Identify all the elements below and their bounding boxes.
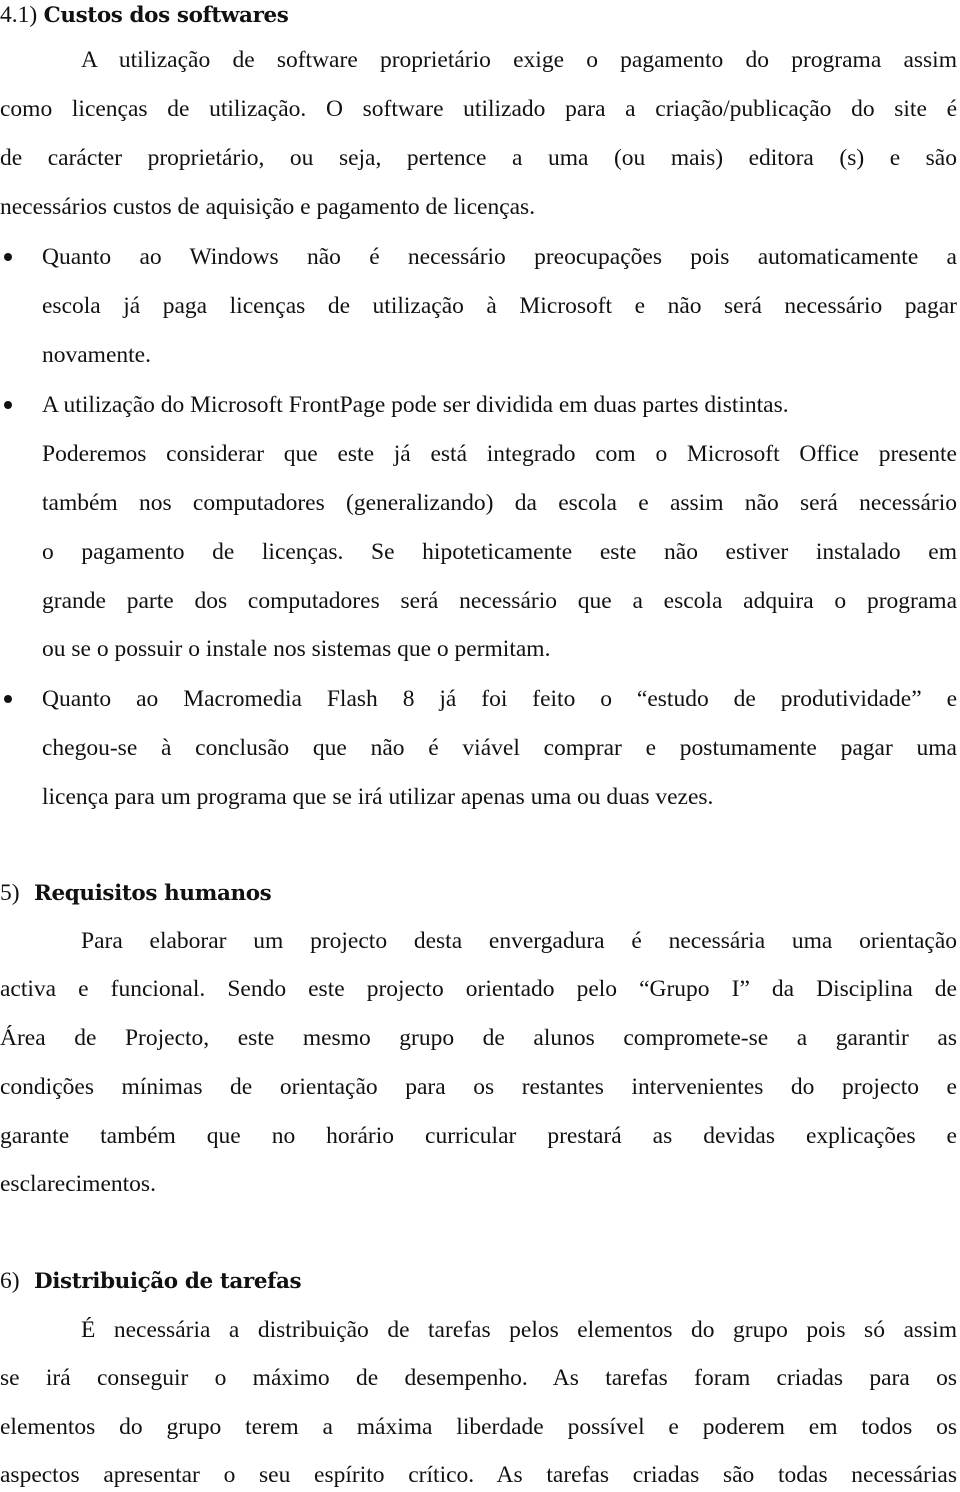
paragraph-line: garante também que no horário curricular… bbox=[0, 1123, 957, 1149]
paragraph-line: se irá conseguir o máximo de desempenho.… bbox=[0, 1365, 957, 1391]
paragraph-line: aspectos apresentar o seu espírito críti… bbox=[0, 1462, 957, 1488]
bullet-icon bbox=[4, 695, 12, 703]
section-title: Distribuição de tarefas bbox=[34, 1269, 302, 1294]
list-item-line: Poderemos considerar que este já está in… bbox=[42, 441, 957, 467]
section-5-heading: 5) Requisitos humanos bbox=[0, 878, 272, 909]
paragraph-line: É necessária a distribuição de tarefas p… bbox=[81, 1317, 957, 1343]
section-4-1-heading: 4.1) Custos dos softwares bbox=[0, 0, 289, 31]
list-item-line: também nos computadores (generalizando) … bbox=[42, 490, 957, 516]
paragraph-line: elementos do grupo terem a máxima liberd… bbox=[0, 1414, 957, 1440]
section-number: 6) bbox=[0, 1268, 20, 1294]
paragraph-line: esclarecimentos. bbox=[0, 1171, 156, 1197]
paragraph-line: condições mínimas de orientação para os … bbox=[0, 1074, 957, 1100]
list-item-line: ou se o possuir o instale nos sistemas q… bbox=[42, 636, 551, 662]
list-item-line: o pagamento de licenças. Se hipoteticame… bbox=[42, 539, 957, 565]
bullet-icon bbox=[4, 253, 12, 261]
paragraph-line: Área de Projecto, este mesmo grupo de al… bbox=[0, 1025, 957, 1051]
list-item-line: Quanto ao Windows não é necessário preoc… bbox=[42, 244, 957, 270]
list-item-line: novamente. bbox=[42, 342, 151, 368]
list-item-line: escola já paga licenças de utilização à … bbox=[42, 293, 957, 319]
list-item-line: chegou-se à conclusão que não é viável c… bbox=[42, 735, 957, 761]
paragraph-line: Para elaborar um projecto desta envergad… bbox=[81, 928, 957, 954]
section-number: 4.1) bbox=[0, 2, 38, 28]
section-number: 5) bbox=[0, 880, 20, 906]
paragraph-line: activa e funcional. Sendo este projecto … bbox=[0, 976, 957, 1002]
list-item-line: grande parte dos computadores será neces… bbox=[42, 588, 957, 614]
paragraph-line: A utilização de software proprietário ex… bbox=[81, 47, 957, 73]
list-item-line: A utilização do Microsoft FrontPage pode… bbox=[42, 392, 789, 418]
section-title: Custos dos softwares bbox=[43, 3, 289, 28]
paragraph-line: de carácter proprietário, ou seja, perte… bbox=[0, 145, 957, 171]
list-item-line: Quanto ao Macromedia Flash 8 já foi feit… bbox=[42, 686, 957, 712]
bullet-icon bbox=[4, 401, 12, 409]
list-item-line: licença para um programa que se irá util… bbox=[42, 784, 714, 810]
paragraph-line: necessários custos de aquisição e pagame… bbox=[0, 194, 536, 220]
paragraph-line: como licenças de utilização. O software … bbox=[0, 96, 957, 122]
section-6-heading: 6) Distribuição de tarefas bbox=[0, 1266, 302, 1297]
section-title: Requisitos humanos bbox=[34, 881, 272, 906]
